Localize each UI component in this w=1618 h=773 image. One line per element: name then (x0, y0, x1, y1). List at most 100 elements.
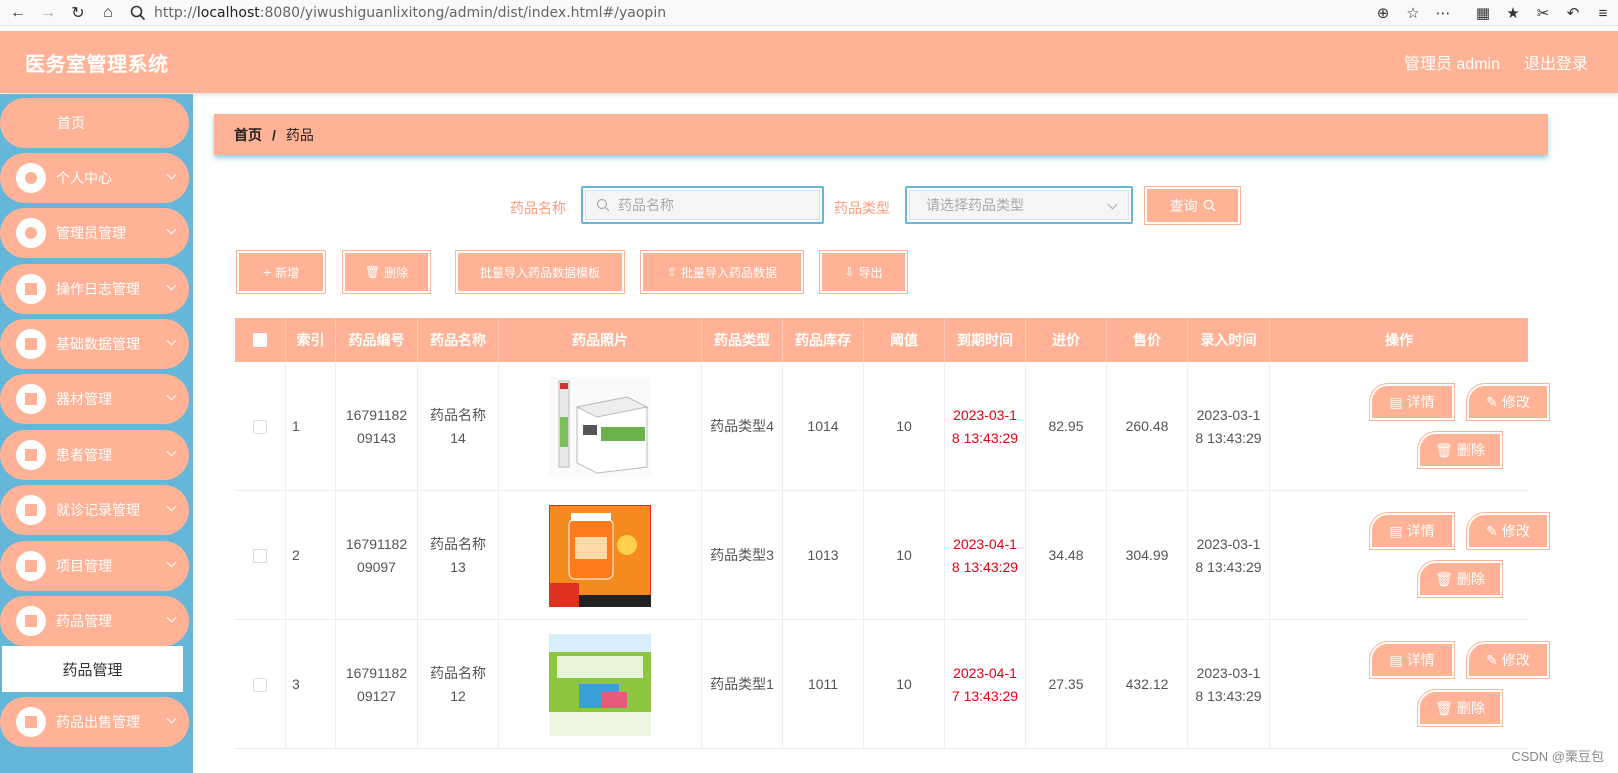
sidebar-item-label: 个人中心 (56, 170, 112, 186)
medicine-code: 1679118209143 (336, 362, 418, 491)
medicine-name-label: 药品名称 (510, 200, 566, 216)
chevron-down-icon (166, 446, 177, 457)
row-checkbox[interactable] (253, 548, 267, 563)
column-header[interactable]: 售价 (1107, 318, 1188, 362)
delete-button[interactable]: 🗑 删除 (342, 250, 431, 294)
medicine-name: 药品名称12 (418, 620, 499, 749)
edit-button[interactable]: ✎ 修改 (1466, 383, 1550, 421)
trash-icon: 🗑 (364, 265, 381, 279)
import-data-button[interactable]: ⇧ 批量导入药品数据 (640, 250, 804, 294)
star-icon[interactable]: ☆ (1398, 0, 1428, 26)
apps-icon[interactable]: ▦ (1468, 0, 1498, 26)
more-icon[interactable]: ⋯ (1428, 0, 1458, 26)
document-icon: ▤ (1389, 651, 1403, 668)
sidebar-subitem-medicine[interactable]: 药品管理 (2, 646, 183, 692)
export-button[interactable]: ⇩ 导出 (819, 250, 908, 294)
row-delete-button[interactable]: 🗑 删除 (1417, 689, 1503, 727)
forward-icon[interactable]: → (36, 1, 60, 25)
sidebar-item-label: 药品出售管理 (56, 714, 140, 730)
breadcrumb-home[interactable]: 首页 (234, 125, 262, 145)
medicine-photo[interactable] (499, 362, 702, 491)
medicine-type: 药品类型4 (702, 362, 783, 491)
chat-icon (16, 440, 46, 470)
logout-link[interactable]: 退出登录 (1524, 50, 1588, 74)
reload-icon[interactable]: ↻ (66, 1, 90, 25)
detail-button[interactable]: ▤ 详情 (1369, 512, 1455, 550)
scissors-icon[interactable]: ✂ (1528, 0, 1558, 26)
edit-button[interactable]: ✎ 修改 (1466, 512, 1550, 550)
chevron-down-icon (166, 713, 177, 724)
row-checkbox[interactable] (253, 419, 267, 434)
sidebar-item-medicine[interactable]: 药品管理 (0, 596, 189, 646)
sidebar-item-projects[interactable]: 项目管理 (0, 541, 189, 591)
sidebar-item-base-data[interactable]: 基础数据管理 (0, 319, 189, 369)
sidebar-item-equipment[interactable]: 器材管理 (0, 374, 189, 424)
document-icon: ▤ (1389, 393, 1403, 410)
medicine-box-image (549, 376, 651, 477)
created-time: 2023-03-18 13:43:29 (1188, 362, 1270, 491)
address-bar[interactable]: http://localhost:8080/yiwushiguanlixiton… (130, 1, 1410, 25)
select-all-checkbox[interactable] (253, 333, 267, 347)
detail-button[interactable]: ▤ 详情 (1369, 641, 1455, 679)
import-template-button[interactable]: 批量导入药品数据模板 (455, 250, 625, 294)
column-header[interactable]: 药品名称 (418, 318, 499, 362)
row-delete-button[interactable]: 🗑 删除 (1417, 560, 1503, 598)
row-checkbox[interactable] (253, 677, 267, 692)
column-header[interactable]: 药品编号 (336, 318, 418, 362)
watermark: CSDN @栗豆包 (1511, 749, 1604, 764)
column-header[interactable]: 药品照片 (499, 318, 702, 362)
detail-button[interactable]: ▤ 详情 (1369, 383, 1455, 421)
chevron-down-icon (1107, 199, 1118, 210)
medicine-type-select[interactable]: 请选择药品类型 (905, 186, 1133, 224)
sidebar-item-patients[interactable]: 患者管理 (0, 430, 189, 480)
medicine-photo[interactable] (499, 620, 702, 749)
bar-chart-icon (16, 606, 46, 636)
add-button[interactable]: + 新增 (236, 250, 326, 294)
sidebar-item-medicine-sales[interactable]: 药品出售管理 (0, 697, 189, 747)
column-header[interactable]: 录入时间 (1188, 318, 1270, 362)
column-header: 操作 (1385, 332, 1413, 348)
medicine-type: 药品类型3 (702, 491, 783, 620)
expire-time: 2023-03-18 13:43:29 (945, 362, 1026, 491)
expire-time: 2023-04-18 13:43:29 (945, 491, 1026, 620)
column-header[interactable]: 到期时间 (945, 318, 1026, 362)
chevron-down-icon (166, 280, 177, 291)
sale-price: 432.12 (1107, 620, 1188, 749)
sidebar-item-label: 基础数据管理 (56, 336, 140, 352)
row-index: 2 (286, 491, 336, 620)
trash-icon: 🗑 (1435, 441, 1453, 458)
medicine-threshold: 10 (864, 491, 945, 620)
edit-button[interactable]: ✎ 修改 (1466, 641, 1550, 679)
column-header[interactable]: 药品库存 (783, 318, 864, 362)
sidebar-item-personal[interactable]: 个人中心 (0, 153, 189, 203)
undo-icon[interactable]: ↶ (1558, 0, 1588, 26)
column-header[interactable]: 索引 (286, 318, 336, 362)
back-icon[interactable]: ← (6, 1, 30, 25)
sidebar-item-home[interactable]: 首页 (0, 98, 189, 148)
table-header: 索引 药品编号 药品名称 药品照片 药品类型 药品库存 阈值 到期时间 进价 售… (235, 318, 1528, 362)
chevron-down-icon (166, 224, 177, 235)
sidebar-item-logs[interactable]: 操作日志管理 (0, 264, 189, 314)
query-button[interactable]: 查询 (1144, 186, 1241, 225)
medicine-photo[interactable] (499, 491, 702, 620)
url-text: http://localhost:8080/yiwushiguanlixiton… (154, 5, 667, 21)
table-row: 3 1679118209127 药品名称12 药品类型1 1011 10 202… (235, 620, 1550, 749)
breadcrumb: 首页 / 药品 (214, 114, 1548, 155)
favorites-icon[interactable]: ★ (1498, 0, 1528, 26)
sidebar-item-label: 首页 (57, 115, 85, 131)
sidebar-item-label: 就诊记录管理 (56, 502, 140, 518)
column-header[interactable]: 进价 (1026, 318, 1107, 362)
column-header[interactable]: 药品类型 (702, 318, 783, 362)
row-delete-button[interactable]: 🗑 删除 (1417, 431, 1503, 469)
table-row: 2 1679118209097 药品名称13 药品类型3 1013 10 202… (235, 491, 1550, 620)
zoom-icon[interactable]: ⊕ (1368, 0, 1398, 26)
column-header[interactable]: 阈值 (864, 318, 945, 362)
sidebar: 首页 个人中心 管理员管理 操作日志管理 基础数据管理 器材管理 患者管理 就诊… (0, 94, 193, 773)
sidebar-item-admin[interactable]: 管理员管理 (0, 208, 189, 258)
home-icon[interactable]: ⌂ (96, 1, 120, 25)
medicine-name-input[interactable]: 药品名称 (581, 186, 824, 224)
chevron-down-icon (166, 557, 177, 568)
download-icon: ⇩ (844, 265, 855, 279)
sidebar-item-visits[interactable]: 就诊记录管理 (0, 485, 189, 535)
menu-icon[interactable]: ≡ (1588, 0, 1618, 26)
